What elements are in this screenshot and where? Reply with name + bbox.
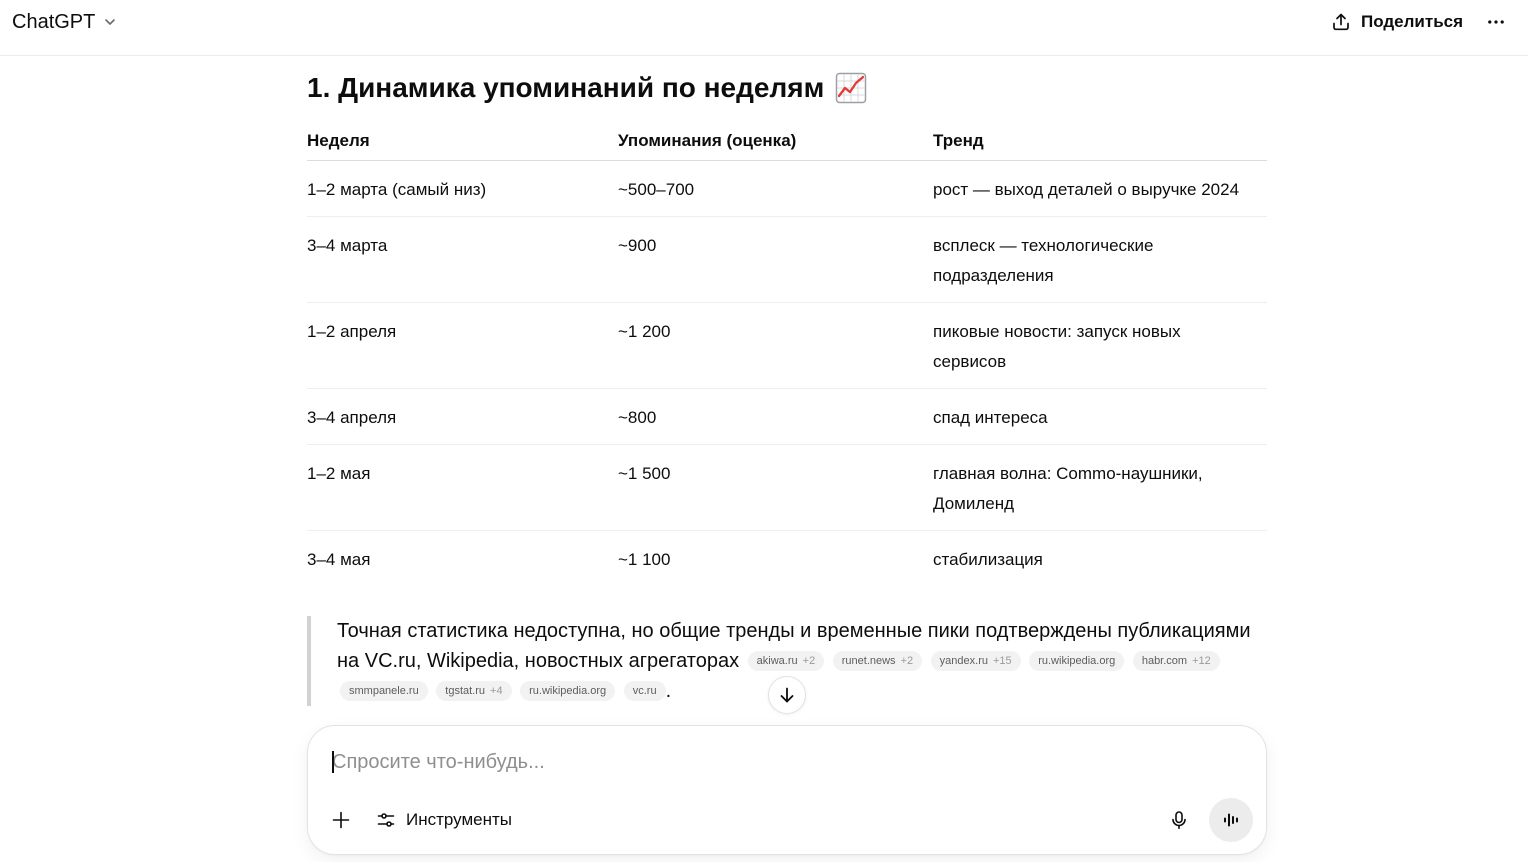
citation-extra-count: +15 (992, 654, 1012, 667)
cell-mentions: ~1 500 (618, 444, 933, 531)
citation-pill[interactable]: vc.ru (623, 680, 666, 701)
arrow-down-icon (780, 687, 794, 703)
message-composer: Инструменты (307, 725, 1267, 855)
citation-source: akiwa.ru (756, 654, 798, 667)
citation-extra-count: +2 (802, 654, 816, 667)
prompt-input[interactable] (332, 747, 1232, 777)
cell-trend: всплеск — технологические подразделения (933, 216, 1267, 303)
citation-source: ru.wikipedia.org (529, 684, 607, 697)
share-button-label: Поделиться (1361, 12, 1464, 31)
column-header-trend: Тренд (933, 121, 1267, 161)
citation-pill[interactable]: tgstat.ru +4 (436, 680, 512, 701)
table-row: 3–4 мая ~1 100 стабилизация (307, 531, 1267, 587)
cell-week: 3–4 апреля (307, 388, 618, 445)
chart-increasing-icon (836, 72, 867, 104)
citation-pill[interactable]: habr.com +12 (1132, 650, 1220, 671)
citation-source: runet.news (841, 654, 896, 667)
citation-pill[interactable]: ru.wikipedia.org (520, 680, 616, 701)
plus-icon (332, 811, 350, 829)
citation-extra-count: +12 (1192, 654, 1211, 667)
assistant-message: 1. Динамика упоминаний по неделям Неделя… (307, 70, 1267, 706)
tools-button-label: Инструменты (406, 810, 513, 829)
cell-week: 3–4 марта (307, 216, 618, 303)
citation-source: ru.wikipedia.org (1038, 654, 1116, 667)
citation-source: habr.com (1141, 654, 1188, 667)
cell-trend: пиковые новости: запуск новых сервисов (933, 302, 1267, 389)
cell-week: 1–2 апреля (307, 302, 618, 389)
voice-mode-button[interactable] (1209, 798, 1253, 842)
cell-trend: спад интереса (933, 388, 1267, 445)
citation-source: tgstat.ru (445, 684, 486, 697)
cell-trend: главная волна: Commo-наушники, Домиленд (933, 444, 1267, 531)
note-end-punctuation: . (665, 680, 672, 702)
top-bar: ChatGPT Поделиться (0, 0, 1528, 56)
cell-week: 1–2 мая (307, 444, 618, 531)
table-row: 1–2 мая ~1 500 главная волна: Commo-науш… (307, 444, 1267, 531)
citation-pill[interactable]: ru.wikipedia.org (1029, 650, 1125, 671)
table-row: 3–4 апреля ~800 спад интереса (307, 388, 1267, 445)
waveform-icon (1224, 813, 1238, 827)
model-selector-button[interactable]: ChatGPT (4, 2, 126, 42)
citation-source: yandex.ru (939, 654, 988, 667)
column-header-mentions: Упоминания (оценка) (618, 121, 933, 161)
section-heading: 1. Динамика упоминаний по неделям (307, 70, 1267, 106)
add-attachment-button[interactable] (323, 802, 359, 838)
table-header-row: Неделя Упоминания (оценка) Тренд (307, 121, 1267, 161)
cell-mentions: ~900 (618, 216, 933, 303)
cell-mentions: ~800 (618, 388, 933, 445)
citation-pill[interactable]: yandex.ru +15 (930, 650, 1021, 671)
scroll-to-bottom-button[interactable] (768, 676, 806, 714)
column-header-week: Неделя (307, 121, 618, 161)
microphone-icon (1172, 811, 1186, 829)
share-button[interactable]: Поделиться (1321, 4, 1473, 40)
citation-pill[interactable]: akiwa.ru +2 (747, 650, 825, 671)
more-options-button[interactable] (1478, 4, 1514, 40)
tools-button[interactable]: Инструменты (372, 802, 524, 838)
cell-mentions: ~1 200 (618, 302, 933, 389)
chevron-down-icon (105, 19, 116, 25)
sliders-icon (377, 813, 395, 827)
dictate-button[interactable] (1161, 802, 1197, 838)
share-icon (1333, 13, 1349, 31)
cell-week: 1–2 марта (самый низ) (307, 160, 618, 217)
model-name: ChatGPT (12, 11, 96, 33)
citation-extra-count: +4 (490, 684, 503, 697)
citation-source: smmpanele.ru (349, 684, 419, 697)
table-row: 1–2 апреля ~1 200 пиковые новости: запус… (307, 302, 1267, 389)
more-dots-icon (1488, 20, 1504, 24)
text-caret (332, 751, 334, 773)
citation-pill[interactable]: smmpanele.ru (340, 680, 428, 701)
table-row: 3–4 марта ~900 всплеск — технологические… (307, 216, 1267, 303)
citation-extra-count: +2 (900, 654, 914, 667)
conversation-thread: 1. Динамика упоминаний по неделям Неделя… (0, 56, 1528, 718)
citation-source: vc.ru (632, 684, 657, 697)
cell-trend: стабилизация (933, 550, 1043, 569)
cell-mentions: ~500–700 (618, 160, 933, 217)
mentions-table: Неделя Упоминания (оценка) Тренд 1–2 мар… (307, 121, 1267, 586)
cell-week: 3–4 мая (307, 550, 371, 569)
cell-mentions: ~1 100 (618, 550, 671, 569)
table-row: 1–2 марта (самый низ) ~500–700 рост — вы… (307, 160, 1267, 217)
cell-trend: рост — выход деталей о выручке 2024 (933, 160, 1267, 217)
citation-pill[interactable]: runet.news +2 (832, 650, 923, 671)
section-heading-text: 1. Динамика упоминаний по неделям (307, 72, 825, 103)
